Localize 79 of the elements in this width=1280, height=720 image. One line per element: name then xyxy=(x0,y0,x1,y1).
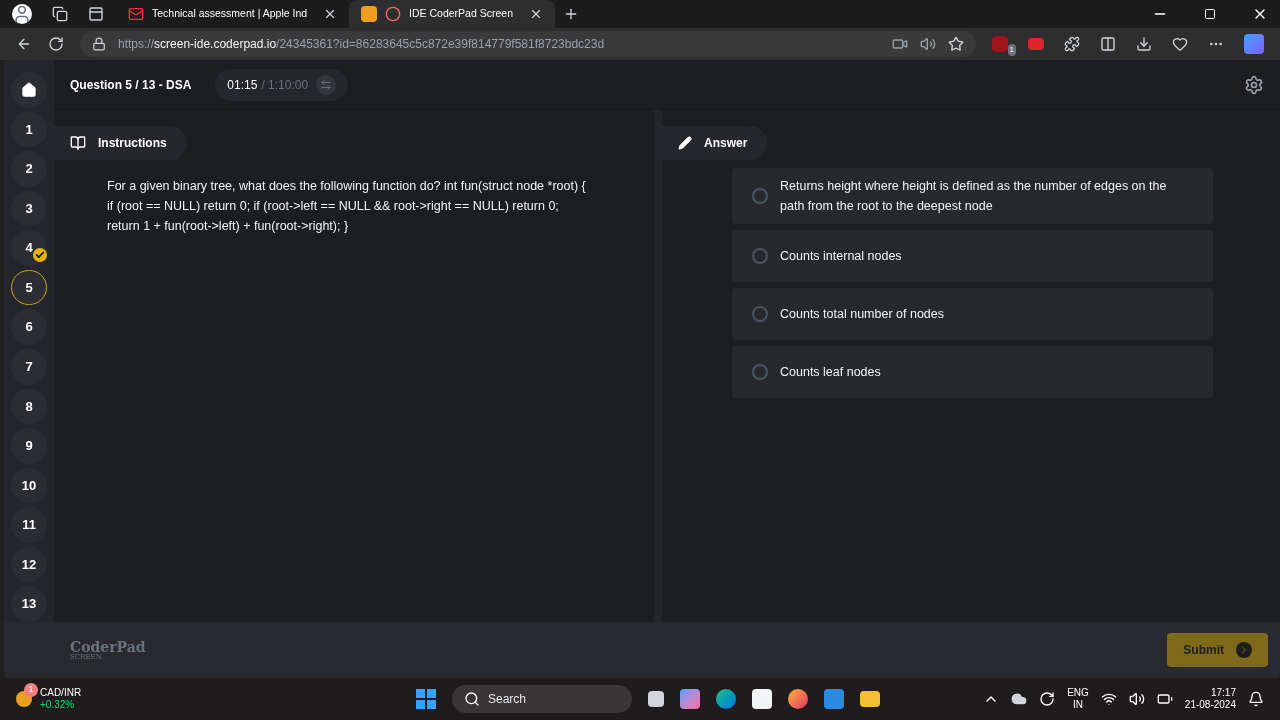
book-icon xyxy=(70,135,86,151)
download-icon[interactable] xyxy=(1136,36,1152,52)
question-nav-button[interactable]: 12 xyxy=(11,546,47,583)
extensions-icon[interactable] xyxy=(1064,36,1080,52)
home-icon xyxy=(21,81,37,98)
read-aloud-icon[interactable] xyxy=(920,36,936,52)
instructions-tab[interactable]: Instructions xyxy=(54,126,187,160)
option-text: Counts total number of nodes xyxy=(780,306,944,323)
cloud-icon[interactable] xyxy=(1011,691,1028,707)
language-text: ENG xyxy=(1067,686,1089,699)
address-bar[interactable]: https://screen-ide.coderpad.io/24345361?id=86283645c5c872e39f814779f581f8723bdc23d xyxy=(80,31,976,57)
answer-option[interactable]: Counts internal nodes xyxy=(732,230,1213,282)
radio-button[interactable] xyxy=(752,306,768,322)
settings-icon[interactable] xyxy=(1244,74,1264,95)
widget-change: +0.32% xyxy=(40,699,76,712)
elapsed-time: 01:15 xyxy=(227,76,258,94)
search-icon xyxy=(464,691,480,707)
answer-option[interactable]: Counts total number of nodes xyxy=(732,288,1213,340)
home-button[interactable] xyxy=(11,72,47,108)
tab-title: Technical assessment | Apple Ind xyxy=(152,6,308,22)
mail-icon xyxy=(128,6,144,22)
star-icon[interactable] xyxy=(948,36,964,52)
radio-button[interactable] xyxy=(752,188,768,204)
clock-date: 21-08-2024 xyxy=(1184,699,1236,712)
question-nav-button[interactable]: 11 xyxy=(11,507,47,543)
workspaces-icon[interactable] xyxy=(52,6,68,22)
question-nav-button[interactable]: 7 xyxy=(11,348,47,385)
maximize-icon[interactable] xyxy=(1204,8,1216,20)
wifi-icon[interactable] xyxy=(1100,691,1117,707)
option-text: Counts leaf nodes xyxy=(780,364,881,381)
lock-icon xyxy=(92,37,106,51)
windows-start-icon[interactable] xyxy=(416,689,436,709)
reload-icon[interactable] xyxy=(48,36,64,52)
swap-icon[interactable] xyxy=(316,74,337,95)
answer-option[interactable]: Returns height where height is defined as the number of edges on the path from the root to the deepest node xyxy=(732,168,1213,224)
question-nav-button[interactable]: 6 xyxy=(11,309,47,345)
camera-icon[interactable] xyxy=(892,36,908,52)
bell-icon[interactable] xyxy=(1248,691,1264,707)
notification-badge: 1 xyxy=(24,682,38,697)
battery-icon[interactable] xyxy=(1156,691,1173,707)
answer-tab[interactable]: Answer xyxy=(662,126,768,160)
question-nav-button[interactable]: 5 xyxy=(11,269,47,306)
clock-time: 17:17 xyxy=(1210,686,1236,699)
split-screen-icon[interactable] xyxy=(1100,36,1116,52)
pencil-icon xyxy=(678,136,692,150)
logo-text: CoderPad xyxy=(70,639,146,654)
question-nav-button[interactable]: 8 xyxy=(11,388,47,425)
tab-actions-icon[interactable] xyxy=(88,6,104,22)
tab-title: IDE CoderPad Screen xyxy=(409,6,513,22)
browser-tab[interactable]: Technical assessment | Apple Ind xyxy=(116,0,350,28)
region-text: IN xyxy=(1073,699,1083,712)
radio-button[interactable] xyxy=(752,364,768,380)
question-nav-button[interactable]: 10 xyxy=(11,467,47,504)
option-text: Counts internal nodes xyxy=(780,248,902,265)
question-title: Question 5 / 13 - DSA xyxy=(70,76,192,94)
question-nav-button[interactable]: 2 xyxy=(11,151,47,187)
back-icon[interactable] xyxy=(16,36,32,52)
browser-tab[interactable]: IDE CoderPad Screen xyxy=(349,0,555,28)
check-badge-icon xyxy=(33,247,47,262)
radio-button[interactable] xyxy=(752,248,768,264)
question-nav-button[interactable]: 9 xyxy=(11,428,47,464)
heart-icon[interactable] xyxy=(1172,36,1188,52)
option-text: Returns height where height is defined as the number of edges on the path from the root to the deepest node xyxy=(780,178,1168,215)
profile-icon[interactable] xyxy=(12,4,32,24)
question-nav-button[interactable]: 13 xyxy=(11,586,47,622)
extension-badge: 1 xyxy=(1007,44,1016,56)
answer-option[interactable]: Counts leaf nodes xyxy=(732,346,1213,398)
question-text: For a given binary tree, what does the following function do? int fun(struct node *root) { if (root == NULL) return 0; if (root->left == NULL && root->right == NULL) return 0; return 1 + fun(root->left) + fun(root->right); } xyxy=(107,178,587,235)
widget-title: CAD/INR xyxy=(40,686,82,699)
url-text: https://screen-ide.coderpad.io/24345361?id=86283645c5c872e39f814779f581f8723bdc23d xyxy=(118,36,605,53)
question-nav-button[interactable]: 1 xyxy=(11,111,47,148)
search-placeholder: Search xyxy=(488,691,527,708)
search-field[interactable]: Search xyxy=(452,685,632,713)
sync-icon[interactable] xyxy=(1039,691,1056,707)
question-nav-button[interactable]: 4 xyxy=(11,230,47,266)
total-time: / 1:10:00 xyxy=(261,76,309,94)
question-nav-button[interactable]: 3 xyxy=(11,190,47,227)
record-icon xyxy=(385,6,402,22)
volume-icon[interactable] xyxy=(1128,691,1145,707)
